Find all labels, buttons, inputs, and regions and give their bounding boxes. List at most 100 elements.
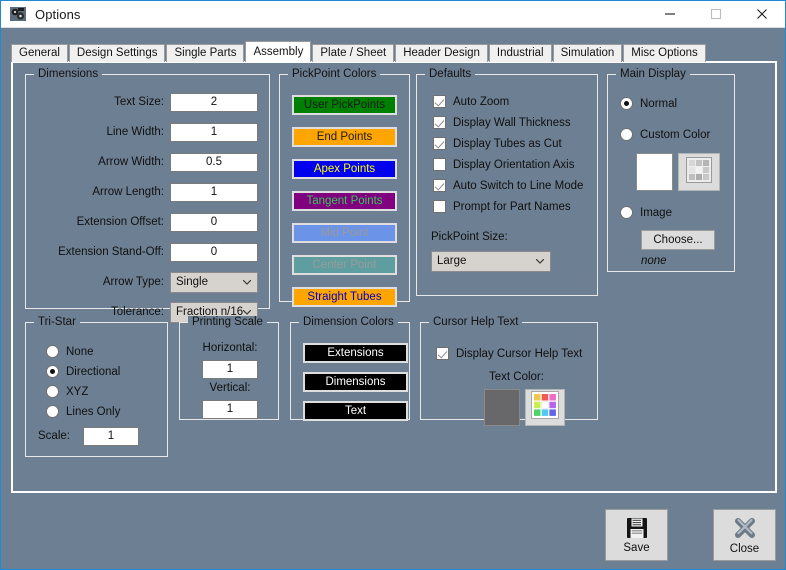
close-button-footer[interactable]: Close [713,509,776,561]
mid-point-color-button[interactable]: Mid Point [292,223,397,243]
choose-image-button[interactable]: Choose... [641,230,715,250]
straight-tubes-color-button[interactable]: Straight Tubes [292,287,397,307]
main-display-group-label: Main Display [616,68,690,80]
line-width-input[interactable]: 1 [170,123,258,142]
tristar-directional-radio[interactable] [46,365,59,378]
custom-color-palette-button[interactable] [678,153,720,191]
arrow-width-input[interactable]: 0.5 [170,153,258,172]
extension-standoff-input[interactable]: 0 [170,243,258,262]
chevron-down-icon [243,310,251,315]
custom-color-swatch[interactable] [636,153,673,191]
tab-misc-options[interactable]: Misc Options [623,44,706,62]
tangent-points-color-button[interactable]: Tangent Points [292,191,397,211]
display-orientation-axis-checkbox[interactable] [433,158,446,171]
line-width-label: Line Width: [106,126,164,138]
extension-offset-input[interactable]: 0 [170,213,258,232]
display-orientation-axis-label: Display Orientation Axis [453,158,575,171]
main-display-group: Main Display Normal Custom Color Image C… [607,68,735,272]
arrow-type-select[interactable]: Single [170,272,258,293]
arrow-length-input[interactable]: 1 [170,183,258,202]
pickpoint-size-select[interactable]: Large [431,251,551,272]
vertical-input[interactable]: 1 [202,400,258,419]
tristar-scale-input[interactable]: 1 [83,427,139,446]
chevron-down-icon [536,259,544,264]
tristar-directional-radio-row[interactable]: Directional [46,365,120,378]
cursor-text-color-swatch[interactable] [484,389,520,426]
tristar-none-label: None [66,345,94,358]
vertical-label: Vertical: [209,382,251,394]
tristar-lines-only-radio-row[interactable]: Lines Only [46,405,120,418]
custom-color-label: Custom Color [640,128,711,141]
normal-radio-row[interactable]: Normal [620,97,677,110]
display-wall-thickness-checkbox-row[interactable]: Display Wall Thickness [433,116,571,129]
tab-header-design[interactable]: Header Design [395,44,488,62]
tab-industrial[interactable]: Industrial [488,44,552,62]
display-wall-thickness-checkbox[interactable] [433,116,446,129]
color-palette-icon-disabled [686,156,712,188]
prompt-for-part-names-checkbox[interactable] [433,200,446,213]
dimension-colors-group-label: Dimension Colors [299,316,398,328]
end-points-color-button[interactable]: End Points [292,127,397,147]
user-pickpoints-color-button[interactable]: User PickPoints [292,95,397,115]
horizontal-input[interactable]: 1 [202,360,258,379]
prompt-for-part-names-checkbox-row[interactable]: Prompt for Part Names [433,200,571,213]
tab-single-parts[interactable]: Single Parts [166,44,245,62]
close-button[interactable] [739,1,785,28]
x-mark-icon [733,516,757,540]
tab-design-settings[interactable]: Design Settings [68,44,166,62]
image-radio-row[interactable]: Image [620,206,672,219]
save-button[interactable]: Save [605,509,668,561]
close-button-label: Close [729,542,760,555]
auto-switch-line-mode-checkbox[interactable] [433,179,446,192]
custom-color-radio[interactable] [620,128,633,141]
tab-simulation[interactable]: Simulation [552,44,623,62]
maximize-button[interactable] [693,1,739,28]
printing-scale-group-label: Printing Scale [188,316,267,328]
tristar-xyz-radio[interactable] [46,385,59,398]
assembly-tab-page: Dimensions Text Size: 2 Line Width: 1 Ar… [11,61,777,493]
tristar-none-radio-row[interactable]: None [46,345,94,358]
custom-color-radio-row[interactable]: Custom Color [620,128,710,141]
arrow-type-value: Single [176,276,208,288]
tristar-xyz-label: XYZ [66,385,89,398]
display-cursor-help-text-checkbox-row[interactable]: Display Cursor Help Text [436,347,582,360]
tristar-xyz-radio-row[interactable]: XYZ [46,385,88,398]
tab-strip: General Design Settings Single Parts Ass… [11,41,777,62]
image-radio[interactable] [620,206,633,219]
extensions-color-button[interactable]: Extensions [303,343,408,363]
title-bar: Options [1,1,785,28]
text-color-label: Text Color: [489,371,544,383]
dimension-colors-group: Dimension Colors Extensions Dimensions T… [290,316,410,421]
auto-zoom-checkbox[interactable] [433,95,446,108]
auto-switch-line-mode-checkbox-row[interactable]: Auto Switch to Line Mode [433,179,583,192]
tab-general[interactable]: General [11,44,68,62]
color-palette-icon [531,391,559,424]
tristar-none-radio[interactable] [46,345,59,358]
auto-zoom-checkbox-row[interactable]: Auto Zoom [433,95,509,108]
save-button-label: Save [623,541,650,554]
tab-assembly[interactable]: Assembly [245,41,312,62]
tri-star-group-label: Tri-Star [34,316,80,328]
arrow-width-label: Arrow Width: [98,156,164,168]
tab-plate-sheet[interactable]: Plate / Sheet [312,44,395,62]
text-size-label: Text Size: [114,96,164,108]
text-color-button[interactable]: Text [303,401,408,421]
center-point-color-button[interactable]: Center Point [292,255,397,275]
chevron-down-icon [243,280,251,285]
display-orientation-axis-checkbox-row[interactable]: Display Orientation Axis [433,158,574,171]
dimensions-group: Dimensions Text Size: 2 Line Width: 1 Ar… [25,68,270,323]
auto-switch-line-mode-label: Auto Switch to Line Mode [453,179,584,192]
tristar-lines-only-radio[interactable] [46,405,59,418]
normal-radio[interactable] [620,97,633,110]
display-tubes-as-cut-checkbox-row[interactable]: Display Tubes as Cut [433,137,562,150]
floppy-disk-icon [626,517,648,539]
display-cursor-help-text-checkbox[interactable] [436,347,449,360]
cursor-help-text-group: Cursor Help Text Display Cursor Help Tex… [420,316,598,426]
apex-points-color-button[interactable]: Apex Points [292,159,397,179]
text-size-input[interactable]: 2 [170,93,258,112]
cursor-text-color-palette-button[interactable] [525,389,565,426]
dimensions-color-button[interactable]: Dimensions [303,372,408,392]
minimize-button[interactable] [647,1,693,28]
display-tubes-as-cut-checkbox[interactable] [433,137,446,150]
defaults-group-label: Defaults [425,68,476,80]
